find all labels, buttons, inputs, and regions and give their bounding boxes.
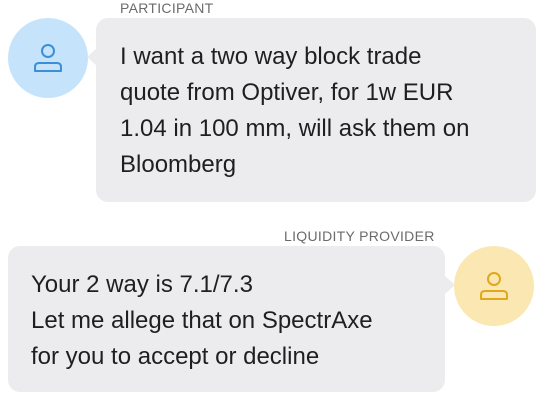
message-line: 1.04 in 100 mm, will ask them on	[120, 115, 470, 142]
message-line: quote from Optiver, for 1w EUR	[120, 79, 454, 106]
sender-label-participant: PARTICIPANT	[120, 0, 214, 16]
message-bubble-liquidity-provider: Your 2 way is 7.1/7.3 Let me allege that…	[8, 246, 445, 392]
chat-thread: PARTICIPANT I want a two way block trade…	[0, 0, 544, 412]
user-icon	[34, 44, 62, 72]
avatar-liquidity-provider	[454, 246, 534, 326]
avatar-participant	[8, 18, 88, 98]
message-line: Bloomberg	[120, 151, 237, 178]
message-bubble-participant: I want a two way block trade quote from …	[96, 18, 536, 202]
message-line: Your 2 way is 7.1/7.3	[31, 271, 253, 298]
message-line: Let me allege that on SpectrAxe	[31, 307, 373, 334]
user-icon	[480, 272, 508, 300]
sender-label-liquidity-provider: LIQUIDITY PROVIDER	[284, 228, 435, 244]
message-line: I want a two way block trade	[120, 43, 422, 70]
bubble-tail	[445, 276, 455, 294]
message-line: for you to accept or decline	[31, 343, 320, 370]
